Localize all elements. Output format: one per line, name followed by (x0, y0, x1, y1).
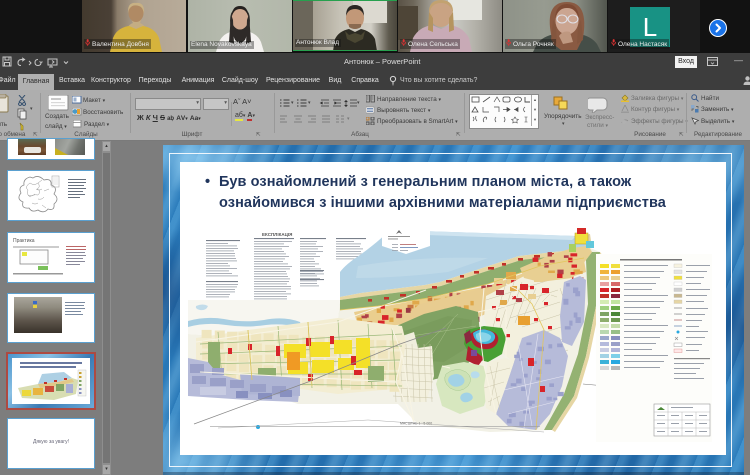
svg-text:Практика: Практика (13, 238, 35, 244)
svg-text:МАСШТАБ 1 : 5 000: МАСШТАБ 1 : 5 000 (400, 422, 432, 426)
svg-text:ЕКСПЛІКАЦІЯ: ЕКСПЛІКАЦІЯ (262, 232, 292, 237)
